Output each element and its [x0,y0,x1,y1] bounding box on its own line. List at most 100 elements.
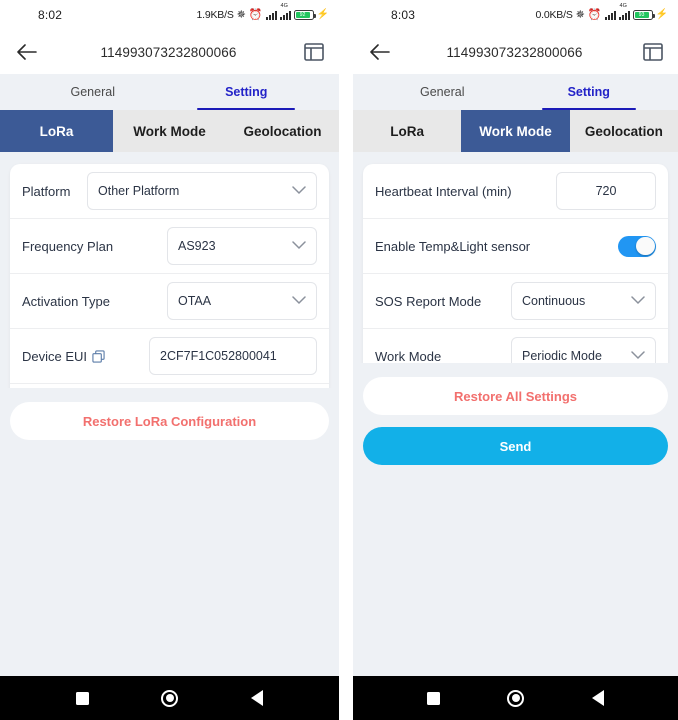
label-temp-light-sensor: Enable Temp&Light sensor [375,238,531,254]
segmented-tabs: LoRa Work Mode Geolocation [0,110,339,152]
tab-setting[interactable]: Setting [170,74,324,110]
segtab-work-mode[interactable]: Work Mode [113,110,226,152]
settings-content: Platform Other Platform Frequency Plan A… [0,152,339,388]
tab-general[interactable]: General [16,74,170,110]
phone-screen-right: 8:03 0.0KB/S ✵ ⏰ 4G 93 ⚡ 114993073232800… [353,0,678,720]
dual-screenshot-container: 8:02 1.9KB/S ✵ ⏰ 4G 92 ⚡ 114993073232800… [0,0,678,720]
home-button[interactable] [507,689,525,707]
work-mode-settings-card: Heartbeat Interval (min) 720 Enable Temp… [363,164,668,363]
restore-lora-configuration-button[interactable]: Restore LoRa Configuration [10,402,329,440]
status-clock: 8:03 [391,8,416,22]
top-tabs: General Setting [0,74,339,110]
value-heartbeat-interval: 720 [595,184,617,198]
segtab-lora[interactable]: LoRa [0,110,113,152]
bluetooth-icon: ✵ [236,8,246,21]
layout-panel-icon[interactable] [303,41,325,63]
segtab-work-mode[interactable]: Work Mode [461,110,570,152]
row-device-eui: Device EUI 2CF7F1C052800041 [10,329,329,384]
signal-bars-icon [604,10,616,20]
restore-all-settings-button[interactable]: Restore All Settings [363,377,668,415]
data-rate-label: 1.9KB/S [196,9,234,21]
value-activation-type: OTAA [178,294,212,308]
status-bar: 8:03 0.0KB/S ✵ ⏰ 4G 93 ⚡ [353,0,678,30]
select-activation-type[interactable]: OTAA [167,282,317,320]
row-sos-report-mode: SOS Report Mode Continuous [363,274,668,329]
top-tabs: General Setting [353,74,678,110]
label-device-eui: Device EUI [22,349,105,364]
network-type-label: 4G [619,3,627,9]
alarm-icon: ⏰ [248,8,263,21]
bottom-spacer [0,452,339,676]
phone-screen-left: 8:02 1.9KB/S ✵ ⏰ 4G 92 ⚡ 114993073232800… [0,0,339,720]
input-device-eui[interactable]: 2CF7F1C052800041 [149,337,317,375]
label-sos-report-mode: SOS Report Mode [375,293,482,309]
row-platform: Platform Other Platform [10,164,329,219]
bluetooth-icon: ✵ [575,8,585,21]
data-rate-label: 0.0KB/S [535,9,573,21]
label-platform: Platform [22,183,71,199]
status-bar: 8:02 1.9KB/S ✵ ⏰ 4G 92 ⚡ [0,0,339,30]
row-activation-type: Activation Type OTAA [10,274,329,329]
select-platform[interactable]: Other Platform [87,172,317,210]
status-icons: 1.9KB/S ✵ ⏰ 4G 92 ⚡ [196,3,330,21]
toggle-temp-light-sensor[interactable] [618,235,656,257]
tab-setting[interactable]: Setting [516,74,663,110]
back-nav-button[interactable] [250,690,263,706]
network-type-icon: 4G [618,3,630,20]
segtab-lora[interactable]: LoRa [353,110,462,152]
input-heartbeat-interval[interactable]: 720 [556,172,656,210]
select-frequency-plan[interactable]: AS923 [167,227,317,265]
row-work-mode: Work Mode Periodic Mode [363,329,668,363]
action-buttons: Restore All Settings Send [353,363,678,477]
charging-bolt-icon: ⚡ [655,9,668,20]
toggle-knob [636,236,655,256]
segmented-tabs: LoRa Work Mode Geolocation [353,110,678,152]
chevron-down-icon [292,184,306,198]
row-temp-light-sensor: Enable Temp&Light sensor [363,219,668,274]
charging-bolt-icon: ⚡ [316,9,329,20]
chevron-down-icon [631,294,645,308]
chevron-down-icon [292,294,306,308]
row-heartbeat-interval: Heartbeat Interval (min) 720 [363,164,668,219]
android-nav-bar [353,676,678,720]
battery-level: 93 [634,12,649,18]
value-work-mode: Periodic Mode [522,349,602,363]
settings-content: Heartbeat Interval (min) 720 Enable Temp… [353,152,678,363]
app-bar: 114993073232800066 [0,30,339,74]
signal-bars-icon [265,10,277,20]
segtab-geolocation[interactable]: Geolocation [226,110,339,152]
layout-panel-icon[interactable] [642,41,664,63]
chevron-down-icon [631,349,645,363]
battery-icon: 93 [632,10,655,20]
value-platform: Other Platform [98,184,180,198]
battery-icon: 92 [293,10,316,20]
recents-button[interactable] [426,691,440,705]
row-frequency-plan: Frequency Plan AS923 [10,219,329,274]
send-button[interactable]: Send [363,427,668,465]
recents-button[interactable] [76,691,90,705]
label-device-eui-text: Device EUI [22,348,88,364]
segtab-geolocation[interactable]: Geolocation [569,110,678,152]
bottom-spacer [353,477,678,676]
value-device-eui: 2CF7F1C052800041 [160,349,277,363]
page-title: 114993073232800066 [446,44,583,60]
value-sos-report-mode: Continuous [522,294,586,308]
app-bar: 114993073232800066 [353,30,678,74]
copy-icon[interactable] [92,349,105,363]
android-nav-bar [0,676,339,720]
home-button[interactable] [161,689,179,707]
label-heartbeat-interval: Heartbeat Interval (min) [375,183,512,199]
label-work-mode: Work Mode [375,348,442,364]
status-icons: 0.0KB/S ✵ ⏰ 4G 93 ⚡ [535,3,669,21]
tab-general[interactable]: General [369,74,516,110]
alarm-icon: ⏰ [587,8,602,21]
action-buttons: Restore LoRa Configuration [0,388,339,452]
network-type-icon: 4G [279,3,291,20]
back-nav-button[interactable] [592,690,605,706]
label-frequency-plan: Frequency Plan [22,238,114,254]
label-activation-type: Activation Type [22,293,110,309]
value-frequency-plan: AS923 [178,239,216,253]
lora-settings-card: Platform Other Platform Frequency Plan A… [10,164,329,388]
select-sos-report-mode[interactable]: Continuous [511,282,656,320]
select-work-mode[interactable]: Periodic Mode [511,337,656,363]
